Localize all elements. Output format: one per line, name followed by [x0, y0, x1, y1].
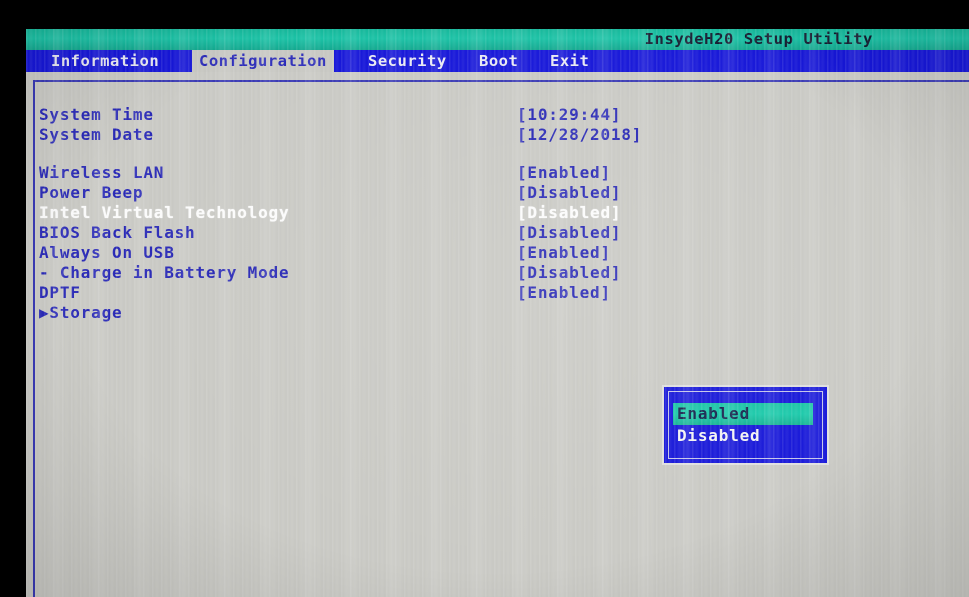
setting-label: System Date	[39, 125, 154, 144]
setting-label: - Charge in Battery Mode	[39, 263, 290, 282]
settings-list: System Time [10:29:44] System Date [12/2…	[39, 105, 919, 323]
setting-label: Always On USB	[39, 243, 175, 262]
main-menu-bar: Information Configuration Security Boot …	[26, 50, 969, 72]
setting-row-always-on-usb[interactable]: Always On USB [Enabled]	[39, 243, 919, 263]
row-spacer	[39, 145, 919, 163]
setting-value[interactable]: [10:29:44]	[517, 105, 621, 125]
utility-title: InsydeH20 Setup Utility	[644, 30, 873, 48]
setting-row-intel-virtual-technology[interactable]: Intel Virtual Technology [Disabled]	[39, 203, 919, 223]
setting-value[interactable]: [Disabled]	[517, 203, 621, 223]
popup-option-disabled[interactable]: Disabled	[673, 425, 813, 447]
setting-value[interactable]: [Enabled]	[517, 243, 611, 263]
setting-label: System Time	[39, 105, 154, 124]
tab-boot[interactable]: Boot	[472, 50, 525, 72]
setting-row-wireless-lan[interactable]: Wireless LAN [Enabled]	[39, 163, 919, 183]
tab-information[interactable]: Information	[44, 50, 166, 72]
setting-value[interactable]: [Disabled]	[517, 223, 621, 243]
setting-label: BIOS Back Flash	[39, 223, 196, 242]
setting-row-system-date[interactable]: System Date [12/28/2018]	[39, 125, 919, 145]
setting-row-charge-in-battery-mode[interactable]: - Charge in Battery Mode [Disabled]	[39, 263, 919, 283]
setting-label: Wireless LAN	[39, 163, 165, 182]
setting-value[interactable]: [Enabled]	[517, 163, 611, 183]
setting-label: Intel Virtual Technology	[39, 203, 290, 222]
setting-value[interactable]: [12/28/2018]	[517, 125, 642, 145]
bios-setup-screen: InsydeH20 Setup Utility Information Conf…	[26, 29, 969, 597]
setting-value[interactable]: [Enabled]	[517, 283, 611, 303]
popup-option-enabled[interactable]: Enabled	[673, 403, 813, 425]
tab-security[interactable]: Security	[361, 50, 454, 72]
setting-row-system-time[interactable]: System Time [10:29:44]	[39, 105, 919, 125]
setting-value[interactable]: [Disabled]	[517, 263, 621, 283]
setting-row-power-beep[interactable]: Power Beep [Disabled]	[39, 183, 919, 203]
setting-row-bios-back-flash[interactable]: BIOS Back Flash [Disabled]	[39, 223, 919, 243]
photographed-laptop-screen: InsydeH20 Setup Utility Information Conf…	[0, 0, 969, 597]
tab-configuration[interactable]: Configuration	[192, 50, 334, 72]
setting-value[interactable]: [Disabled]	[517, 183, 621, 203]
title-bar: InsydeH20 Setup Utility	[26, 29, 969, 50]
setting-label: Power Beep	[39, 183, 144, 202]
menu-separator	[26, 72, 969, 80]
setting-row-storage[interactable]: ▶Storage	[39, 303, 919, 323]
submenu-arrow-icon-storage: ▶Storage	[39, 303, 123, 322]
option-selection-popup[interactable]: Enabled Disabled	[662, 385, 829, 465]
tab-exit[interactable]: Exit	[543, 50, 596, 72]
setting-label: DPTF	[39, 283, 81, 302]
setting-row-dptf[interactable]: DPTF [Enabled]	[39, 283, 919, 303]
